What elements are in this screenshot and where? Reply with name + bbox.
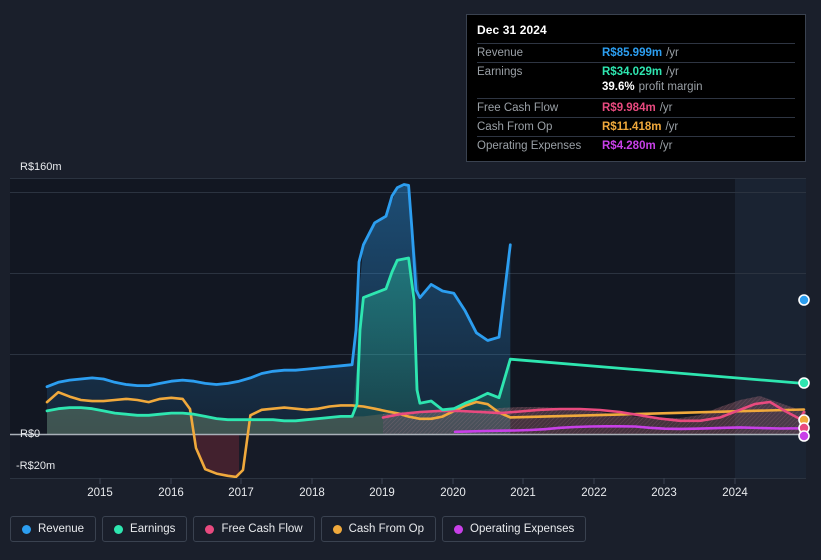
x-tick-label: 2024 — [722, 487, 748, 499]
tooltip-value-operating-expenses: R$4.280m — [602, 140, 656, 152]
legend-label-cash-from-op: Cash From Op — [348, 523, 425, 535]
tooltip-row-revenue: Revenue R$85.999m /yr — [477, 43, 795, 62]
tooltip-row-operating-expenses: Operating Expenses R$4.280m /yr — [477, 136, 795, 155]
x-tick-label: 2023 — [651, 487, 677, 499]
tooltip-label-cash-from-op: Cash From Op — [477, 121, 553, 133]
y-axis-top-label: R$160m — [20, 161, 62, 173]
y-axis-zero-label: R$0 — [20, 428, 40, 440]
tooltip-row-cash-from-op: Cash From Op R$11.418m /yr — [477, 117, 795, 136]
tooltip-value-profit-margin: 39.6% — [602, 81, 635, 93]
legend-label-free-cash-flow: Free Cash Flow — [221, 523, 303, 535]
tooltip-value-earnings: R$34.029m — [602, 66, 663, 78]
chart-legend: Revenue Earnings Free Cash Flow Cash Fro… — [10, 516, 587, 542]
tooltip-unit-operating-expenses: /yr — [659, 140, 673, 152]
tooltip-label-revenue: Revenue — [477, 47, 524, 59]
operating-expenses-color-dot-icon — [454, 524, 464, 534]
tooltip-value-cash-from-op: R$11.418m — [602, 121, 662, 133]
free-cash-flow-color-dot-icon — [205, 524, 215, 534]
y-axis-bottom-label: -R$20m — [16, 460, 55, 472]
x-tick-label: 2017 — [228, 487, 254, 499]
tooltip-value-revenue: R$85.999m — [602, 47, 663, 59]
x-axis-ticks: 2015 2016 2017 2018 2019 2020 2021 2022 … — [87, 478, 748, 499]
x-tick-label: 2022 — [581, 487, 607, 499]
tooltip-unit-earnings: /yr — [666, 66, 679, 78]
tooltip-value-free-cash-flow: R$9.984m — [602, 102, 656, 114]
tooltip-row-profit-margin: 39.6% profit margin — [477, 81, 795, 98]
earnings-color-dot-icon — [114, 524, 124, 534]
tooltip-date: Dec 31 2024 — [477, 23, 547, 37]
x-tick-label: 2019 — [369, 487, 395, 499]
tooltip-row-earnings: Earnings R$34.029m /yr — [477, 62, 795, 81]
revenue-end-marker — [798, 294, 810, 306]
cash-from-op-color-dot-icon — [332, 524, 342, 534]
legend-item-cash-from-op[interactable]: Cash From Op — [320, 516, 437, 542]
tooltip-unit-free-cash-flow: /yr — [659, 102, 673, 114]
tooltip-unit-cash-from-op: /yr — [665, 121, 679, 133]
tooltip-label-operating-expenses: Operating Expenses — [477, 140, 582, 152]
x-tick-label: 2018 — [299, 487, 325, 499]
tooltip-label-earnings: Earnings — [477, 66, 523, 78]
tooltip-label-free-cash-flow: Free Cash Flow — [477, 102, 559, 114]
legend-label-earnings: Earnings — [130, 523, 176, 535]
legend-item-free-cash-flow[interactable]: Free Cash Flow — [193, 516, 315, 542]
legend-item-revenue[interactable]: Revenue — [10, 516, 97, 542]
chart-tooltip: Dec 31 2024 Revenue R$85.999m /yr Earnin… — [466, 14, 806, 162]
revenue-color-dot-icon — [22, 524, 31, 534]
x-tick-label: 2015 — [87, 487, 113, 499]
legend-item-earnings[interactable]: Earnings — [102, 516, 188, 542]
x-tick-label: 2020 — [440, 487, 466, 499]
x-tick-label: 2016 — [158, 487, 184, 499]
operating-expenses-end-marker — [798, 430, 810, 442]
tooltip-row-free-cash-flow: Free Cash Flow R$9.984m /yr — [477, 98, 795, 117]
plot-background-negative — [10, 434, 806, 478]
tooltip-unit-profit-margin: profit margin — [638, 81, 703, 93]
legend-label-revenue: Revenue — [38, 523, 85, 535]
x-tick-label: 2021 — [510, 487, 536, 499]
legend-item-operating-expenses[interactable]: Operating Expenses — [442, 516, 587, 542]
legend-label-operating-expenses: Operating Expenses — [470, 523, 575, 535]
earnings-end-marker — [798, 377, 810, 389]
tooltip-unit-revenue: /yr — [666, 47, 679, 59]
